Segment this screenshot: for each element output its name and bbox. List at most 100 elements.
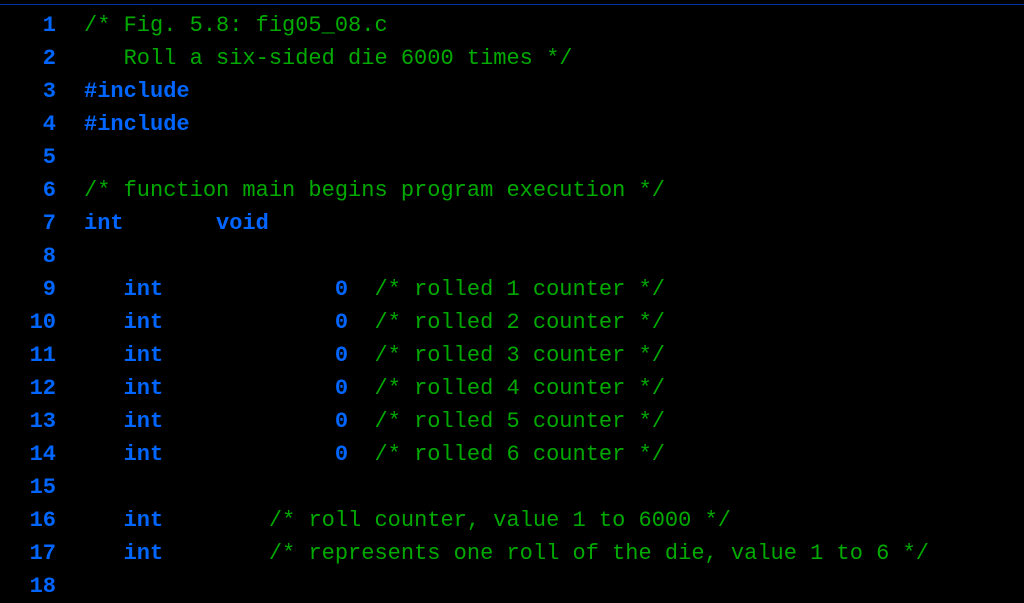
code-line: 4 #include [0,108,1024,141]
code-content: int /* represents one roll of the die, v… [56,537,1024,570]
code-content: Roll a six-sided die 6000 times */ [56,42,1024,75]
code-content: int 0 /* rolled 3 counter */ [56,339,1024,372]
code-content: #include [56,108,1024,141]
line-number: 18 [0,570,56,603]
code-line: 12 int 0 /* rolled 4 counter */ [0,372,1024,405]
token-plain [348,409,374,434]
code-content: int 0 /* rolled 2 counter */ [56,306,1024,339]
token-comment: /* rolled 6 counter */ [374,442,664,467]
token-number: 0 [335,376,348,401]
token-comment: /* rolled 5 counter */ [374,409,664,434]
token-keyword: int [124,376,164,401]
line-number: 7 [0,207,56,240]
token-keyword: void [216,211,269,236]
code-content [56,141,1024,174]
code-content [56,570,1024,603]
line-number: 16 [0,504,56,537]
token-keyword: int [124,343,164,368]
code-content: /* Fig. 5.8: fig05_08.c [56,9,1024,42]
code-line: 17 int /* represents one roll of the die… [0,537,1024,570]
token-plain [84,310,124,335]
token-keyword: int [124,310,164,335]
code-line: 8 [0,240,1024,273]
token-keyword: int [124,277,164,302]
line-number: 4 [0,108,56,141]
line-number: 5 [0,141,56,174]
line-number: 6 [0,174,56,207]
token-plain [84,508,124,533]
token-plain [163,376,335,401]
line-number: 12 [0,372,56,405]
code-content: /* function main begins program executio… [56,174,1024,207]
line-number: 1 [0,9,56,42]
code-line: 9 int 0 /* rolled 1 counter */ [0,273,1024,306]
token-plain [348,277,374,302]
token-plain [348,442,374,467]
token-number: 0 [335,277,348,302]
line-number: 8 [0,240,56,273]
line-number: 11 [0,339,56,372]
line-number: 2 [0,42,56,75]
token-keyword: int [124,409,164,434]
code-line: 15 [0,471,1024,504]
code-content: int 0 /* rolled 1 counter */ [56,273,1024,306]
code-line: 1 /* Fig. 5.8: fig05_08.c [0,9,1024,42]
top-separator [0,4,1024,5]
token-number: 0 [335,343,348,368]
token-plain [163,508,269,533]
token-plain [84,442,124,467]
code-editor: 1 /* Fig. 5.8: fig05_08.c 2 Roll a six-sid… [0,9,1024,603]
token-plain [348,376,374,401]
token-number: 0 [335,409,348,434]
code-line: 16 int /* roll counter, value 1 to 6000 … [0,504,1024,537]
code-line: 2 Roll a six-sided die 6000 times */ [0,42,1024,75]
token-plain [84,343,124,368]
code-line: 3 #include [0,75,1024,108]
token-keyword: int [124,541,164,566]
line-number: 14 [0,438,56,471]
token-plain [163,277,335,302]
code-content: int 0 /* rolled 5 counter */ [56,405,1024,438]
token-comment: /* rolled 3 counter */ [374,343,664,368]
code-content: int void [56,207,1024,240]
line-number: 17 [0,537,56,570]
code-line: 18 [0,570,1024,603]
token-plain [84,376,124,401]
code-line: 5 [0,141,1024,174]
line-number: 10 [0,306,56,339]
token-comment: /* function main begins program executio… [84,178,665,203]
token-comment: /* rolled 2 counter */ [374,310,664,335]
token-keyword: int [84,211,124,236]
line-number: 3 [0,75,56,108]
code-content [56,471,1024,504]
line-number: 15 [0,471,56,504]
code-line: 13 int 0 /* rolled 5 counter */ [0,405,1024,438]
code-content: int 0 /* rolled 6 counter */ [56,438,1024,471]
code-content: int /* roll counter, value 1 to 6000 */ [56,504,1024,537]
token-plain [163,310,335,335]
token-keyword: #include [84,112,190,137]
token-comment: /* represents one roll of the die, value… [269,541,929,566]
token-comment: /* roll counter, value 1 to 6000 */ [269,508,731,533]
code-line: 6 /* function main begins program executi… [0,174,1024,207]
token-plain [163,442,335,467]
token-plain [348,343,374,368]
code-line: 10 int 0 /* rolled 2 counter */ [0,306,1024,339]
token-comment: /* Fig. 5.8: fig05_08.c [84,13,388,38]
token-plain [124,211,216,236]
token-plain [163,541,269,566]
code-content: #include [56,75,1024,108]
code-line: 14 int 0 /* rolled 6 counter */ [0,438,1024,471]
token-plain [84,409,124,434]
token-comment: /* rolled 1 counter */ [374,277,664,302]
token-plain [163,343,335,368]
token-comment: /* rolled 4 counter */ [374,376,664,401]
token-keyword: #include [84,79,190,104]
code-content [56,240,1024,273]
token-comment: Roll a six-sided die 6000 times */ [84,46,572,71]
code-line: 11 int 0 /* rolled 3 counter */ [0,339,1024,372]
token-plain [348,310,374,335]
line-number: 9 [0,273,56,306]
token-number: 0 [335,310,348,335]
line-number: 13 [0,405,56,438]
